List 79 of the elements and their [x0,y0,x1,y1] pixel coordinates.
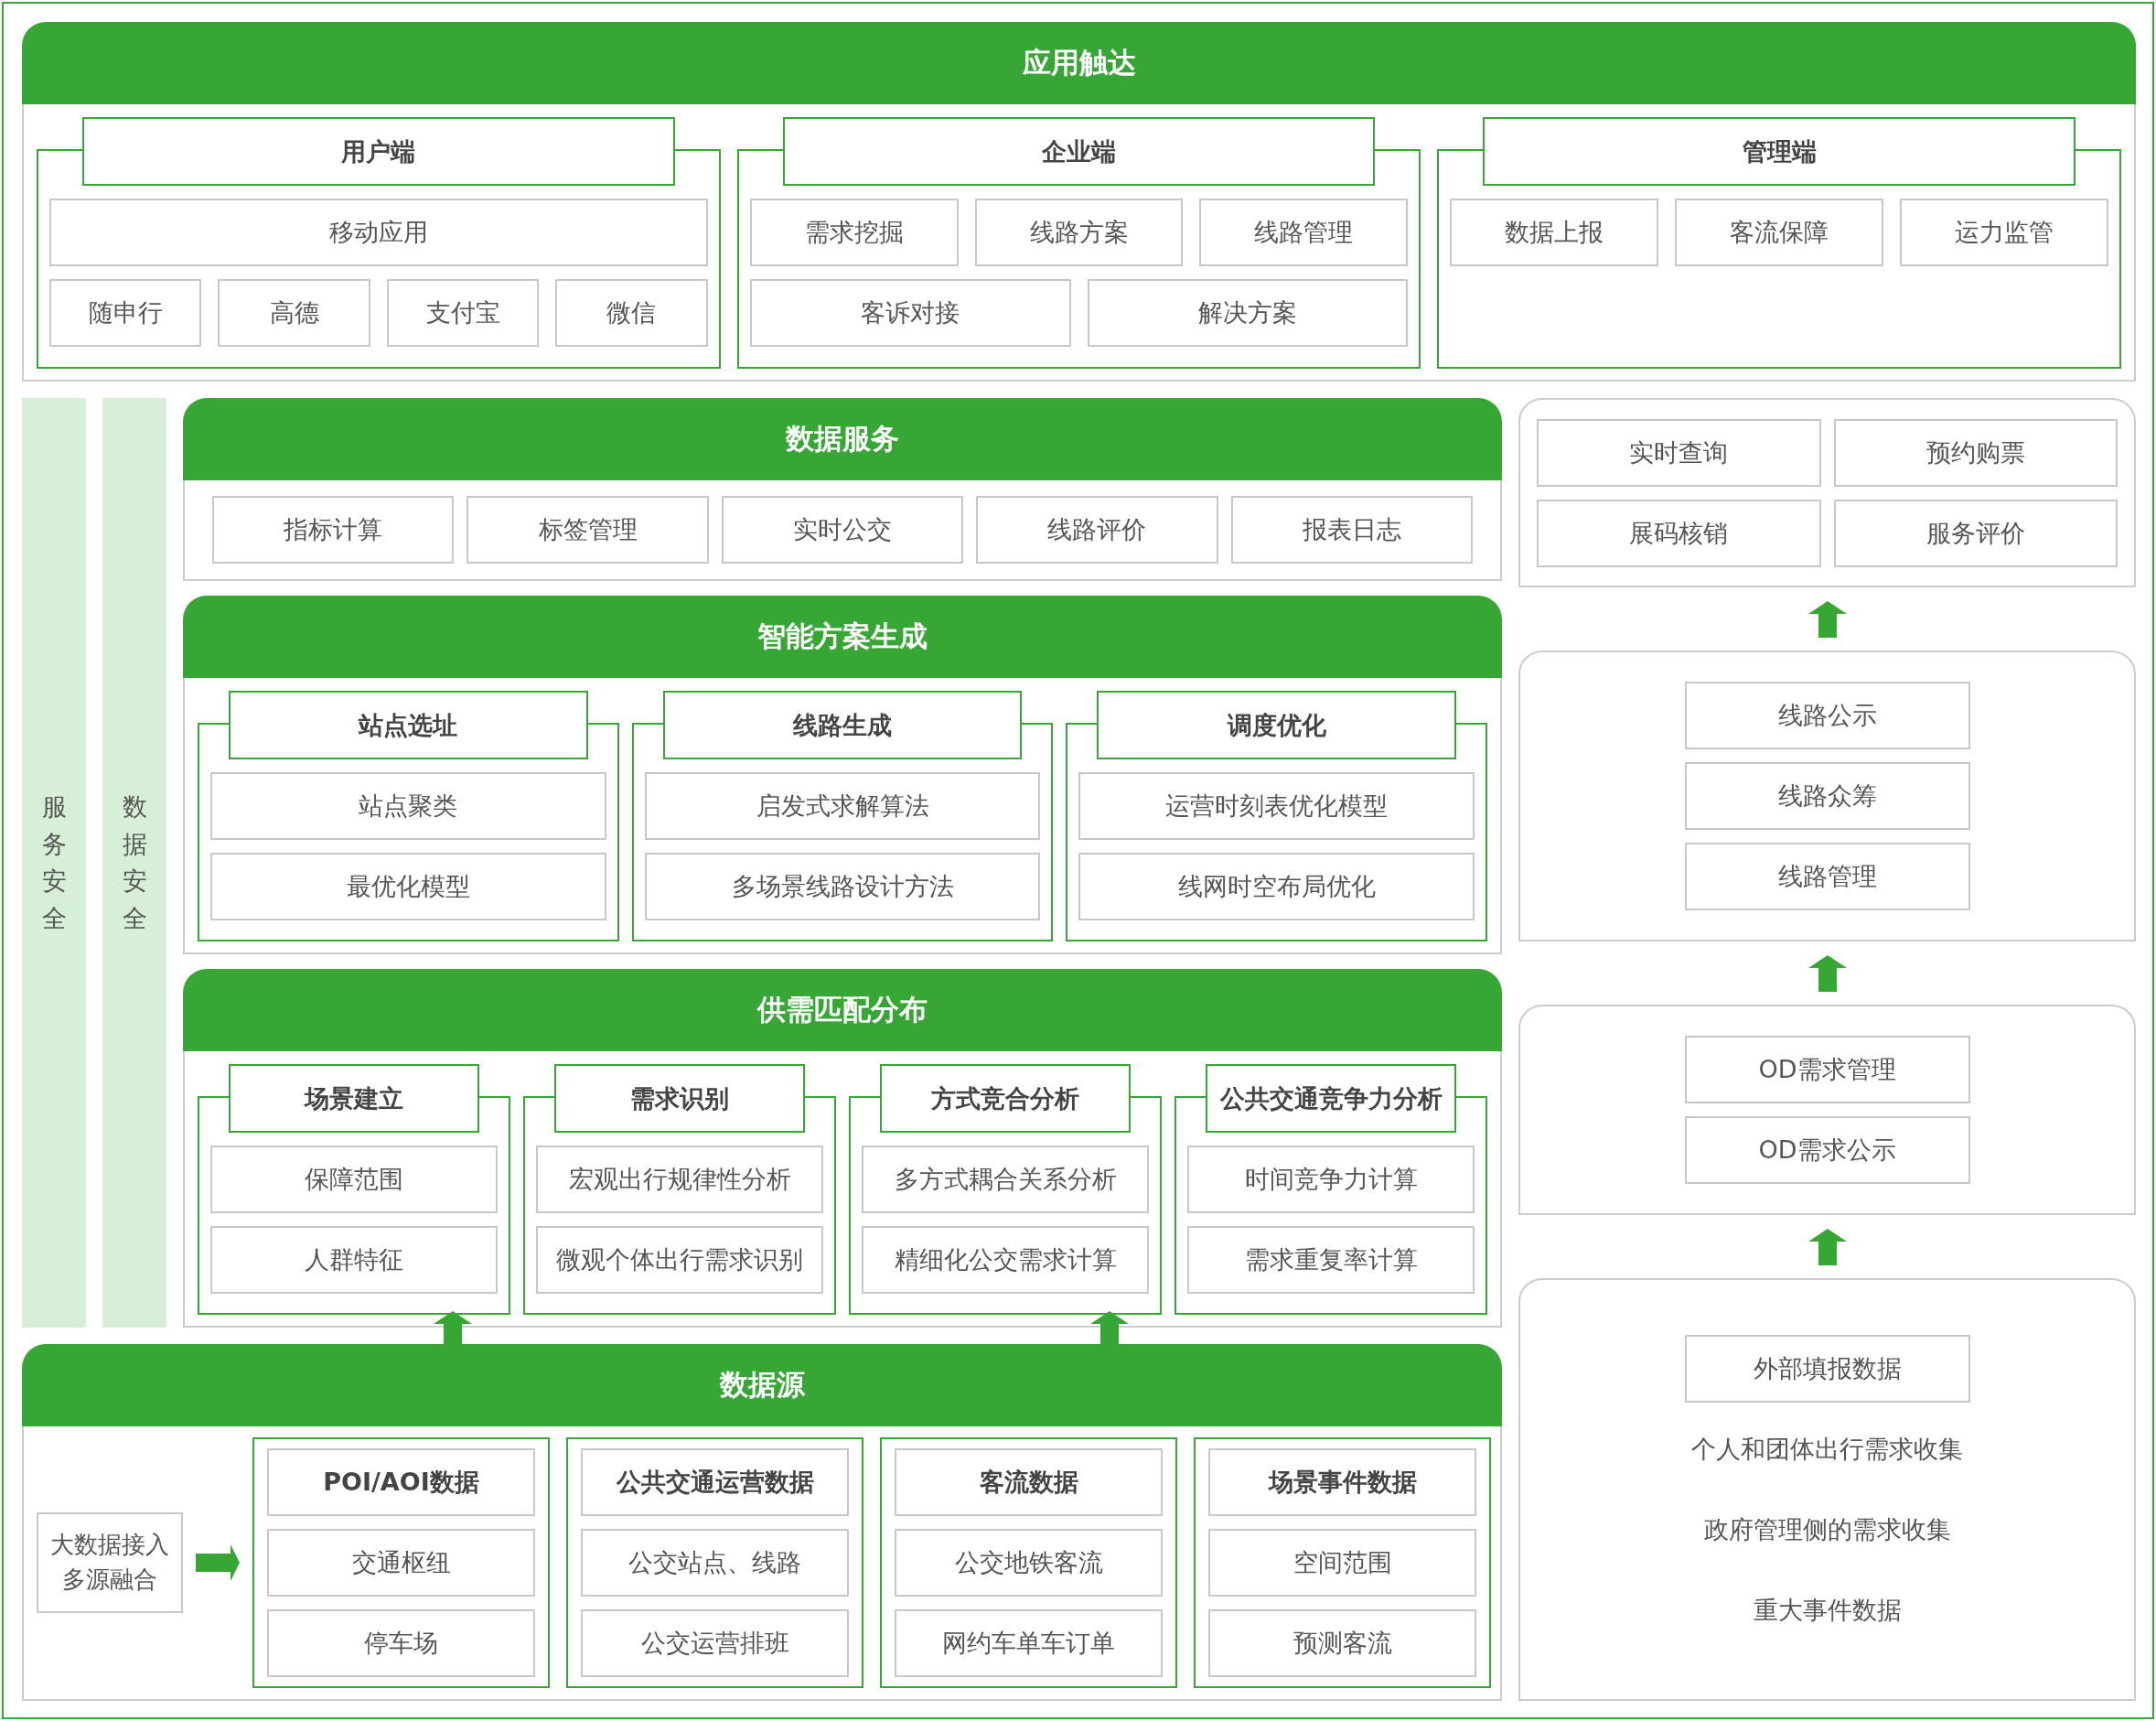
section-header: 数据源 [22,1344,1502,1426]
group-title: 管理端 [1483,117,2076,186]
module-box: 客流保障 [1675,199,1884,266]
module-box: 需求重复率计算 [1187,1226,1475,1294]
module-box: 解决方案 [1087,279,1409,347]
module-box: 实时公交 [721,496,964,564]
module-box: 微观个体出行需求识别 [536,1226,823,1294]
up-arrow-icon [1807,1228,1847,1265]
module-box: OD需求公示 [1684,1116,1970,1184]
module-box: 启发式求解算法 [644,772,1041,840]
module-box: 客诉对接 [749,279,1071,347]
module-box: 预测客流 [1208,1609,1476,1677]
module-box: 外部填报数据 [1684,1335,1970,1403]
group-title: 公共交通竞争力分析 [1206,1064,1456,1133]
module-box: 预约购票 [1833,418,2118,487]
group-title: POI/AOI数据 [267,1448,535,1516]
group-title: 场景建立 [229,1064,479,1133]
module-box: 多方式耦合关系分析 [862,1146,1149,1213]
module-box: 支付宝 [386,279,540,347]
module-box: 公交地铁客流 [895,1529,1163,1597]
group-title: 客流数据 [895,1448,1163,1516]
module-box: 保障范围 [210,1146,498,1213]
module-box: 运力监管 [1900,199,2108,266]
section-header: 供需匹配分布 [183,969,1502,1051]
group-title: 调度优化 [1097,691,1456,759]
group-title: 站点选址 [229,691,588,759]
module-box: 报表日志 [1230,496,1474,564]
module-box: 数据上报 [1450,199,1659,266]
item-label: 个人和团体出行需求收集 [1691,1434,1963,1465]
module-box: 需求挖掘 [749,199,959,266]
module-box: 展码核销 [1537,499,1821,567]
up-arrow-icon [1807,954,1847,992]
module-box: 最优化模型 [210,853,606,920]
group-title: 方式竞合分析 [880,1064,1131,1133]
module-box: OD需求管理 [1684,1036,1970,1103]
security-bar: 服务安全 [22,398,86,1328]
module-box: 移动应用 [49,199,708,266]
item-label: 重大事件数据 [1753,1595,1902,1626]
module-box: 多场景线路设计方法 [644,853,1041,920]
module-box: 线路方案 [974,199,1184,266]
group-title: 场景事件数据 [1208,1448,1476,1516]
up-arrow-icon [1807,600,1847,638]
item-label: 政府管理侧的需求收集 [1703,1514,1951,1545]
module-box: 实时查询 [1537,418,1821,487]
right-arrow-icon [196,1544,240,1581]
module-box: 空间范围 [1208,1529,1476,1597]
module-box: 指标计算 [212,496,455,564]
module-box: 交通枢纽 [267,1529,535,1597]
module-box: 宏观出行规律性分析 [536,1146,823,1213]
input-box: 大数据接入 多源融合 [37,1512,183,1613]
module-box: 微信 [555,279,708,347]
module-box: 停车场 [267,1609,535,1677]
module-box: 标签管理 [467,496,709,564]
module-box: 时间竞争力计算 [1187,1146,1475,1213]
module-box: 运营时刻表优化模型 [1078,772,1475,840]
security-bar: 数据安全 [102,398,166,1328]
module-box: 高德 [218,279,370,347]
group-title: 需求识别 [554,1064,805,1133]
module-box: 公交运营排班 [581,1609,849,1677]
module-box: 服务评价 [1833,499,2118,567]
module-box: 线网时空布局优化 [1078,853,1475,920]
group-title: 公共交通运营数据 [581,1448,849,1516]
module-box: 站点聚类 [210,772,606,840]
module-box: 线路管理 [1684,843,1970,910]
module-box: 精细化公交需求计算 [862,1226,1149,1294]
module-box: 线路管理 [1199,199,1409,266]
module-box: 人群特征 [210,1226,498,1294]
section-header: 数据服务 [183,398,1502,480]
module-box: 公交站点、线路 [581,1529,849,1597]
module-box: 线路公示 [1684,682,1970,749]
group-title: 线路生成 [662,691,1023,759]
group-title: 用户端 [82,117,675,186]
module-box: 网约车单车订单 [895,1609,1163,1677]
group-title: 企业端 [782,117,1376,186]
section-header: 应用触达 [22,22,2136,104]
module-box: 随申行 [49,279,202,347]
section-header: 智能方案生成 [183,596,1502,678]
module-box: 线路评价 [976,496,1218,564]
module-box: 线路众筹 [1684,762,1970,830]
